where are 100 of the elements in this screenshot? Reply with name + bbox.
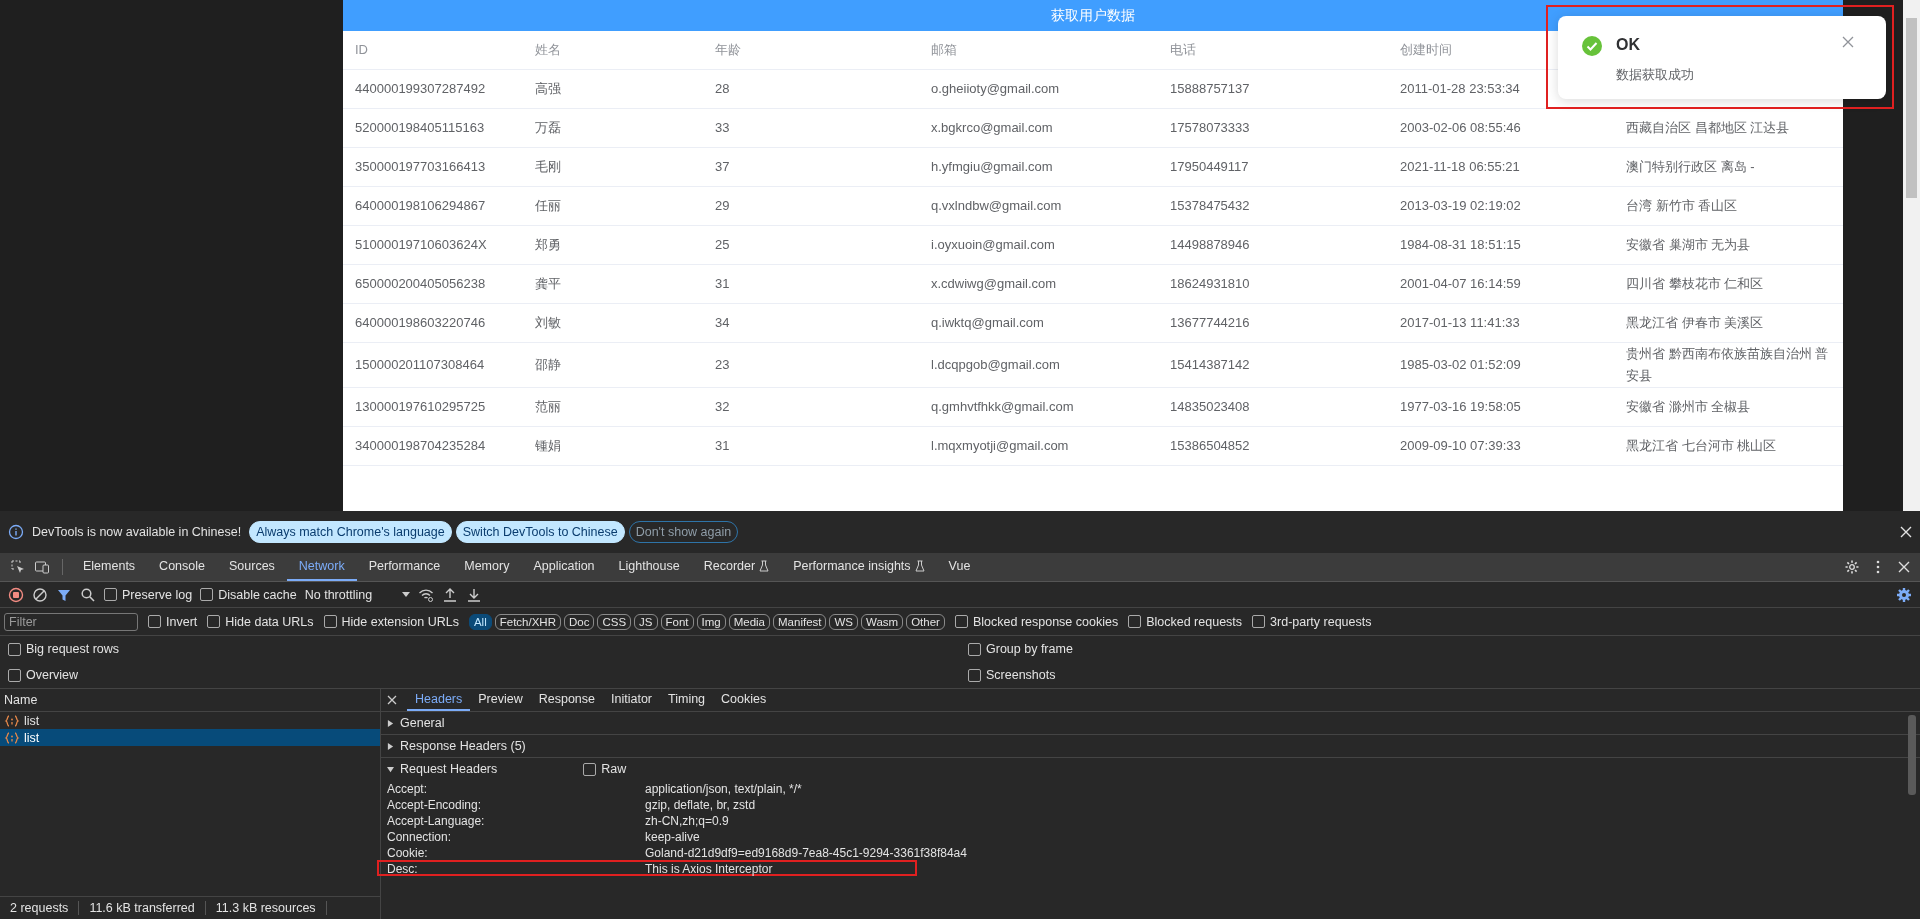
section-title[interactable]: Request Headers bbox=[400, 762, 498, 776]
clear-icon[interactable] bbox=[32, 586, 48, 603]
table-cell-text: 13677744216 bbox=[1169, 314, 1251, 332]
throttling-value[interactable]: No throttling bbox=[304, 587, 373, 602]
checkbox-label[interactable]: Hide data URLs bbox=[225, 614, 314, 629]
checkbox-label[interactable]: Group by frame bbox=[986, 642, 1073, 656]
checkbox-label[interactable]: Blocked requests bbox=[1146, 614, 1243, 629]
header-value: application/json, text/plain, */* bbox=[645, 782, 803, 796]
collapsed-triangle-icon[interactable] bbox=[387, 742, 394, 750]
table-cell-text: 150000201107308464 bbox=[354, 356, 486, 374]
resource-type-filter[interactable]: Other bbox=[906, 613, 945, 630]
download-icon[interactable] bbox=[466, 586, 483, 603]
section-title[interactable]: Response Headers (5) bbox=[400, 739, 526, 753]
checkbox[interactable] bbox=[8, 642, 21, 656]
filter-input[interactable]: Filter bbox=[4, 612, 138, 631]
resource-type-filter[interactable]: Wasm bbox=[861, 613, 904, 630]
table-cell-text: 340000198704235284 bbox=[354, 437, 487, 455]
resource-type-filter[interactable]: Doc bbox=[563, 613, 595, 630]
info-bar-button[interactable]: Always match Chrome's language bbox=[249, 521, 452, 543]
table-cell-text: i.oyxuoin@gmail.com bbox=[930, 236, 1056, 254]
devtools-tab[interactable]: Sources bbox=[217, 553, 287, 581]
table-cell-text: 刘敏 bbox=[534, 314, 562, 332]
scrollbar[interactable] bbox=[1903, 0, 1920, 511]
devtools-tab[interactable]: Lighthouse bbox=[606, 553, 692, 581]
checkbox[interactable] bbox=[8, 668, 21, 682]
detail-tab[interactable]: Headers bbox=[407, 689, 471, 711]
resource-type-filter[interactable]: Media bbox=[728, 613, 770, 630]
checkbox[interactable] bbox=[200, 588, 214, 601]
request-row[interactable]: list bbox=[0, 712, 380, 729]
collapsed-triangle-icon[interactable] bbox=[387, 719, 394, 727]
close-icon[interactable] bbox=[1896, 559, 1912, 575]
column-header: 电话 bbox=[1169, 41, 1196, 59]
info-bar-button[interactable]: Switch DevTools to Chinese bbox=[455, 521, 625, 543]
table-cell-text: 32 bbox=[714, 398, 731, 416]
resource-type-filter[interactable]: JS bbox=[634, 613, 658, 630]
checkbox[interactable] bbox=[954, 615, 968, 628]
checkbox[interactable] bbox=[968, 642, 981, 656]
detail-tab[interactable]: Initiator bbox=[603, 689, 660, 711]
checkbox-label[interactable]: Big request rows bbox=[26, 642, 120, 656]
checkbox-label[interactable]: Invert bbox=[166, 614, 198, 629]
devtools-tab[interactable]: Elements bbox=[71, 553, 148, 581]
search-icon[interactable] bbox=[80, 586, 96, 603]
header-name: Accept-Language: bbox=[387, 814, 486, 828]
checkbox[interactable] bbox=[968, 668, 981, 682]
table-cell-text: 17578073333 bbox=[1169, 119, 1251, 137]
resource-type-filter[interactable]: CSS bbox=[597, 613, 632, 630]
resource-type-filter[interactable]: Manifest bbox=[773, 613, 827, 630]
checkbox[interactable] bbox=[323, 615, 337, 628]
header-value: This is Axios Interceptor bbox=[645, 862, 774, 876]
request-row[interactable]: list bbox=[0, 729, 380, 746]
devtools-tab[interactable]: Performance insights bbox=[781, 553, 937, 581]
record-stop-icon[interactable] bbox=[8, 586, 24, 603]
resource-type-filter[interactable]: Img bbox=[696, 613, 726, 630]
checkbox-label[interactable]: Hide extension URLs bbox=[341, 614, 459, 629]
devtools-tab[interactable]: Network bbox=[286, 553, 357, 581]
table-cell-text: 15414387142 bbox=[1169, 356, 1251, 374]
detail-tab[interactable]: Timing bbox=[660, 689, 714, 711]
throttling-select[interactable]: No throttling bbox=[304, 587, 411, 602]
resource-type-filter[interactable]: Fetch/XHR bbox=[494, 613, 561, 630]
inspect-element-icon[interactable] bbox=[10, 559, 26, 575]
checkbox[interactable] bbox=[104, 588, 117, 601]
checkbox[interactable] bbox=[1252, 615, 1266, 628]
upload-icon[interactable] bbox=[442, 586, 459, 603]
devtools-tab[interactable]: Recorder bbox=[691, 553, 782, 581]
close-icon[interactable] bbox=[387, 695, 397, 705]
checkbox-label[interactable]: Screenshots bbox=[986, 668, 1056, 682]
devtools-tab[interactable]: Performance bbox=[356, 553, 453, 581]
settings-icon[interactable] bbox=[1844, 559, 1860, 575]
checkbox[interactable] bbox=[1128, 615, 1142, 628]
checkbox[interactable] bbox=[583, 762, 597, 776]
detail-tab[interactable]: Response bbox=[530, 689, 603, 711]
request-name[interactable]: list bbox=[24, 730, 40, 745]
devtools-tab[interactable]: Console bbox=[147, 553, 217, 581]
settings-icon[interactable] bbox=[1896, 586, 1912, 603]
checkbox[interactable] bbox=[148, 615, 161, 628]
device-toolbar-icon[interactable] bbox=[34, 559, 50, 575]
checkbox-label[interactable]: Overview bbox=[26, 668, 79, 682]
checkbox-label[interactable]: Preserve log bbox=[122, 587, 193, 602]
table-cell-text: 14835023408 bbox=[1169, 398, 1251, 416]
section-title[interactable]: General bbox=[400, 716, 445, 730]
detail-tab[interactable]: Cookies bbox=[713, 689, 775, 711]
table-cell-text: 15378475432 bbox=[1169, 197, 1251, 215]
checkbox-label[interactable]: Raw bbox=[601, 762, 627, 776]
devtools-tab[interactable]: Memory bbox=[452, 553, 522, 581]
caret-icon bbox=[402, 592, 411, 597]
checkbox-label[interactable]: 3rd-party requests bbox=[1270, 614, 1372, 629]
devtools-tab[interactable]: Application bbox=[521, 553, 607, 581]
checkbox-label[interactable]: Disable cache bbox=[218, 587, 297, 602]
checkbox[interactable] bbox=[207, 615, 221, 628]
detail-tab[interactable]: Preview bbox=[470, 689, 531, 711]
request-name[interactable]: list bbox=[24, 713, 40, 728]
table-cell-text: 15386504852 bbox=[1169, 437, 1251, 455]
checkbox-label[interactable]: Blocked response cookies bbox=[972, 614, 1119, 629]
resource-type-filter[interactable]: All bbox=[468, 613, 492, 630]
table-cell-text: 14498878946 bbox=[1169, 236, 1251, 254]
expanded-triangle-icon[interactable] bbox=[387, 765, 394, 773]
resource-type-filter[interactable]: WS bbox=[829, 613, 858, 630]
table-cell-text: 23 bbox=[714, 356, 731, 374]
resource-type-filter[interactable]: Font bbox=[660, 613, 694, 630]
devtools-tab[interactable]: Vue bbox=[936, 553, 983, 581]
